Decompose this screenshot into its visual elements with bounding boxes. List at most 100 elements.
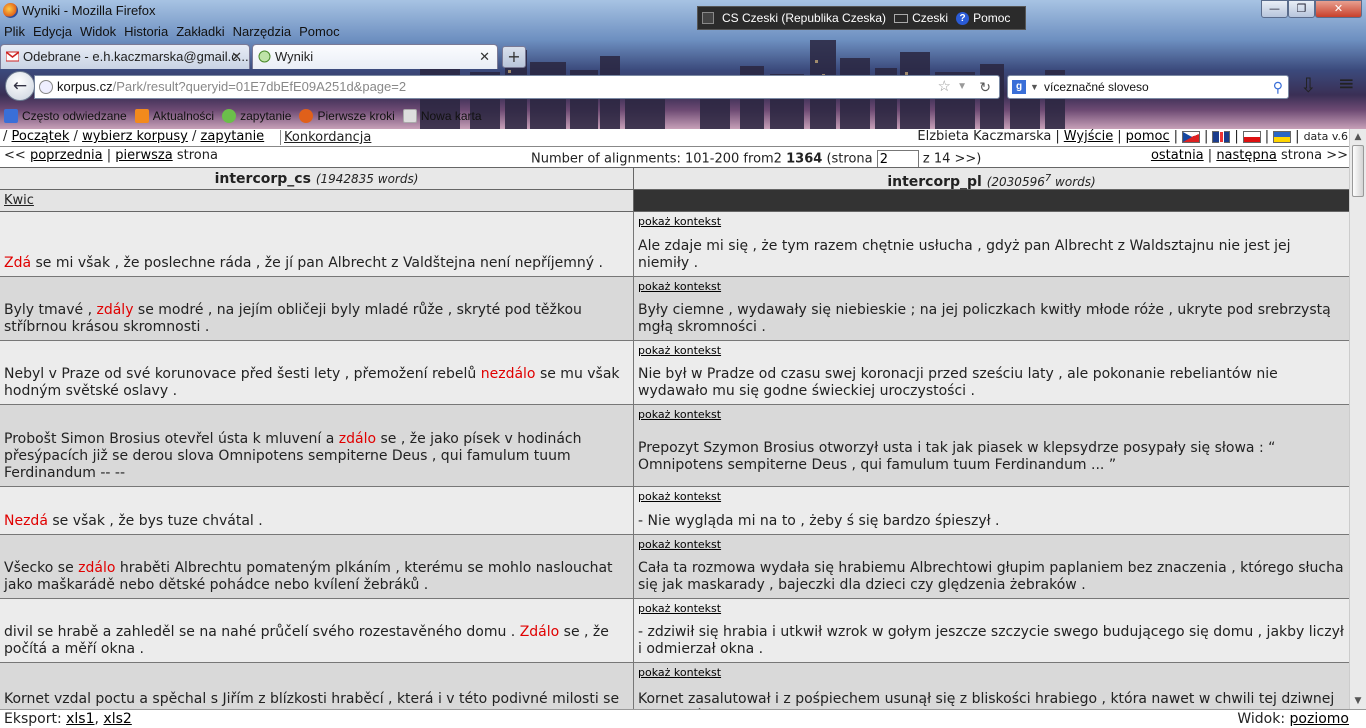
pl-cell: pokaż kontekst Nie był w Pradze od czasu … [634, 341, 1349, 404]
ukraine-flag-icon[interactable] [1273, 130, 1292, 143]
maximize-button[interactable]: ❐ [1288, 0, 1315, 18]
keyword: nezdálo [480, 366, 536, 382]
menu-icon[interactable]: ≡ [1338, 71, 1355, 95]
url-path: /Park/result?queryid=01E7dbEfE09A251d&pa… [112, 79, 407, 94]
search-bar[interactable]: g ▼ víceznačné sloveso ⚲ [1007, 75, 1289, 99]
page-suffix[interactable]: z 14 >>) [923, 152, 982, 167]
scroll-thumb[interactable] [1352, 145, 1364, 197]
menu-zakladki[interactable]: Zakładki [172, 22, 228, 42]
pl-cell: pokaż kontekst - zdziwił się hrabia i utk… [634, 599, 1349, 662]
menu-pomoc[interactable]: Pomoc [295, 22, 343, 42]
cs-text: Nebyl v Praze od své korunovace před šes… [4, 366, 481, 382]
show-context-link[interactable]: pokaż kontekst [638, 666, 721, 679]
show-context-link[interactable]: pokaż kontekst [638, 490, 721, 503]
url-bar[interactable]: korpus.cz/Park/result?queryid=01E7dbEfE0… [34, 75, 1000, 99]
scroll-up-icon[interactable]: ▲ [1350, 129, 1366, 145]
input-language[interactable]: CS Czeski (Republika Czeska) [722, 11, 886, 25]
cs-text: Kornet vzdal poctu a spěchal s Jiřím z b… [4, 691, 620, 707]
close-window-button[interactable]: ✕ [1315, 0, 1362, 18]
count-text: Number of alignments: 101-200 from2 [531, 151, 782, 167]
export-xls2-link[interactable]: xls2 [103, 711, 131, 727]
keyboard-layout[interactable]: Czeski [912, 11, 948, 25]
export-xls1-link[interactable]: xls1 [66, 711, 94, 727]
show-context-link[interactable]: pokaż kontekst [638, 344, 721, 357]
help-icon[interactable]: ? [956, 11, 970, 25]
close-tab-icon[interactable]: ✕ [479, 45, 490, 68]
bookmark-czesto[interactable]: Często odwiedzane [0, 109, 127, 123]
column-headers: intercorp_cs (1942835 words) intercorp_p… [0, 168, 1349, 190]
show-context-link[interactable]: pokaż kontekst [638, 602, 721, 615]
new-tab-button[interactable]: + [502, 46, 526, 68]
pl-cell: pokaż kontekst Prepozyt Szymon Brosius ot… [634, 405, 1349, 486]
pager: << poprzednia | pierwsza strona Number o… [0, 148, 1366, 168]
menu-historia[interactable]: Historia [120, 22, 172, 42]
alignment-count: Number of alignments: 101-200 from2 1364… [531, 150, 981, 168]
corpus-name: intercorp_cs [214, 171, 311, 187]
next-page-link[interactable]: następna [1216, 148, 1277, 163]
show-context-link[interactable]: pokaż kontekst [638, 280, 721, 293]
kwic-link[interactable]: Kwic [0, 190, 634, 211]
column-header-cs: intercorp_cs (1942835 words) [0, 168, 634, 189]
google-icon[interactable]: g [1012, 80, 1026, 94]
scroll-down-icon[interactable]: ▼ [1350, 693, 1366, 709]
help-link[interactable]: pomoc [1126, 129, 1170, 144]
minimize-button[interactable]: — [1261, 0, 1288, 18]
poland-flag-icon[interactable] [1242, 130, 1261, 143]
bookmark-star-icon[interactable]: ☆ [938, 76, 951, 98]
prev-page-link[interactable]: poprzednia [30, 148, 103, 163]
grip-icon[interactable] [702, 12, 714, 24]
bookmark-pierwsze-kroki[interactable]: Pierwsze kroki [299, 109, 395, 123]
gmail-icon [6, 51, 19, 62]
menu-narzedzia[interactable]: Narzędzia [229, 22, 296, 42]
window-title: Wyniki - Mozilla Firefox [22, 3, 156, 18]
bookmark-zapytanie[interactable]: zapytanie [222, 109, 291, 123]
tab-label: Odebrane - e.h.kaczmarska@gmail.c... [23, 49, 249, 64]
uk-flag-icon[interactable] [1212, 130, 1231, 143]
link-query[interactable]: zapytanie [201, 129, 265, 144]
czech-flag-icon[interactable] [1182, 130, 1200, 143]
total-count: 1364 [786, 151, 823, 167]
close-tab-icon[interactable]: ✕ [231, 45, 242, 68]
page-number-input[interactable] [876, 150, 919, 168]
pl-cell: pokaż kontekst Cała ta rozmowa wydała się… [634, 535, 1349, 598]
kwic-row: Kwic [0, 190, 1349, 212]
next-suffix[interactable]: strona >> [1281, 148, 1348, 163]
pl-text: Cała ta rozmowa wydała się hrabiemu Albr… [638, 560, 1344, 593]
tab-gmail[interactable]: Odebrane - e.h.kaczmarska@gmail.c... ✕ [0, 44, 250, 69]
back-button[interactable]: ← [5, 71, 35, 101]
view-label: Widok: [1237, 711, 1286, 727]
history-dropdown-icon[interactable]: ▼ [957, 76, 967, 98]
first-page-link[interactable]: pierwsza [115, 148, 172, 163]
corpus-size-end: words) [1051, 175, 1096, 189]
cs-cell: Nebyl v Praze od své korunovace před šes… [0, 341, 634, 404]
show-context-link[interactable]: pokaż kontekst [638, 538, 721, 551]
logout-link[interactable]: Wyjście [1064, 129, 1113, 144]
show-context-link[interactable]: pokaż kontekst [638, 215, 721, 228]
show-context-link[interactable]: pokaż kontekst [638, 408, 721, 421]
menu-edycja[interactable]: Edycja [29, 22, 76, 42]
keyword: zdály [96, 302, 134, 318]
langbar-help[interactable]: Pomoc [973, 11, 1010, 25]
vertical-scrollbar[interactable]: ▲ ▼ [1349, 129, 1366, 709]
table-row: Byly tmavé , zdály se modré , na jejím o… [0, 277, 1349, 341]
menu-widok[interactable]: Widok [76, 22, 120, 42]
window-titlebar: Wyniki - Mozilla Firefox — ❐ ✕ [0, 0, 1366, 22]
view-mode-link[interactable]: poziomo [1290, 711, 1349, 727]
bookmark-aktualnosci[interactable]: Aktualności [134, 109, 214, 123]
download-icon[interactable]: ⇩ [1300, 73, 1317, 97]
app-header: / Początek / wybierz korpusy / zapytanie… [0, 129, 1366, 147]
search-icon[interactable]: ⚲ [1273, 76, 1283, 98]
tab-label: Wyniki [275, 49, 314, 64]
search-engine-dropdown-icon[interactable]: ▼ [1030, 76, 1039, 98]
link-konkordancja[interactable]: Konkordancja [280, 130, 374, 145]
tab-wyniki[interactable]: Wyniki ✕ [252, 44, 498, 69]
link-corpora[interactable]: wybierz korpusy [82, 129, 188, 144]
last-page-link[interactable]: ostatnia [1151, 148, 1204, 163]
bookmark-nowa-karta[interactable]: Nowa karta [402, 109, 482, 123]
reload-icon[interactable]: ↻ [979, 76, 991, 98]
search-input[interactable]: víceznačné sloveso [1044, 80, 1149, 94]
site-identity-icon[interactable] [39, 80, 53, 94]
menu-plik[interactable]: Plik [0, 22, 29, 42]
link-poczatek[interactable]: Początek [12, 129, 70, 144]
version-label: data v.6 [1303, 130, 1348, 143]
